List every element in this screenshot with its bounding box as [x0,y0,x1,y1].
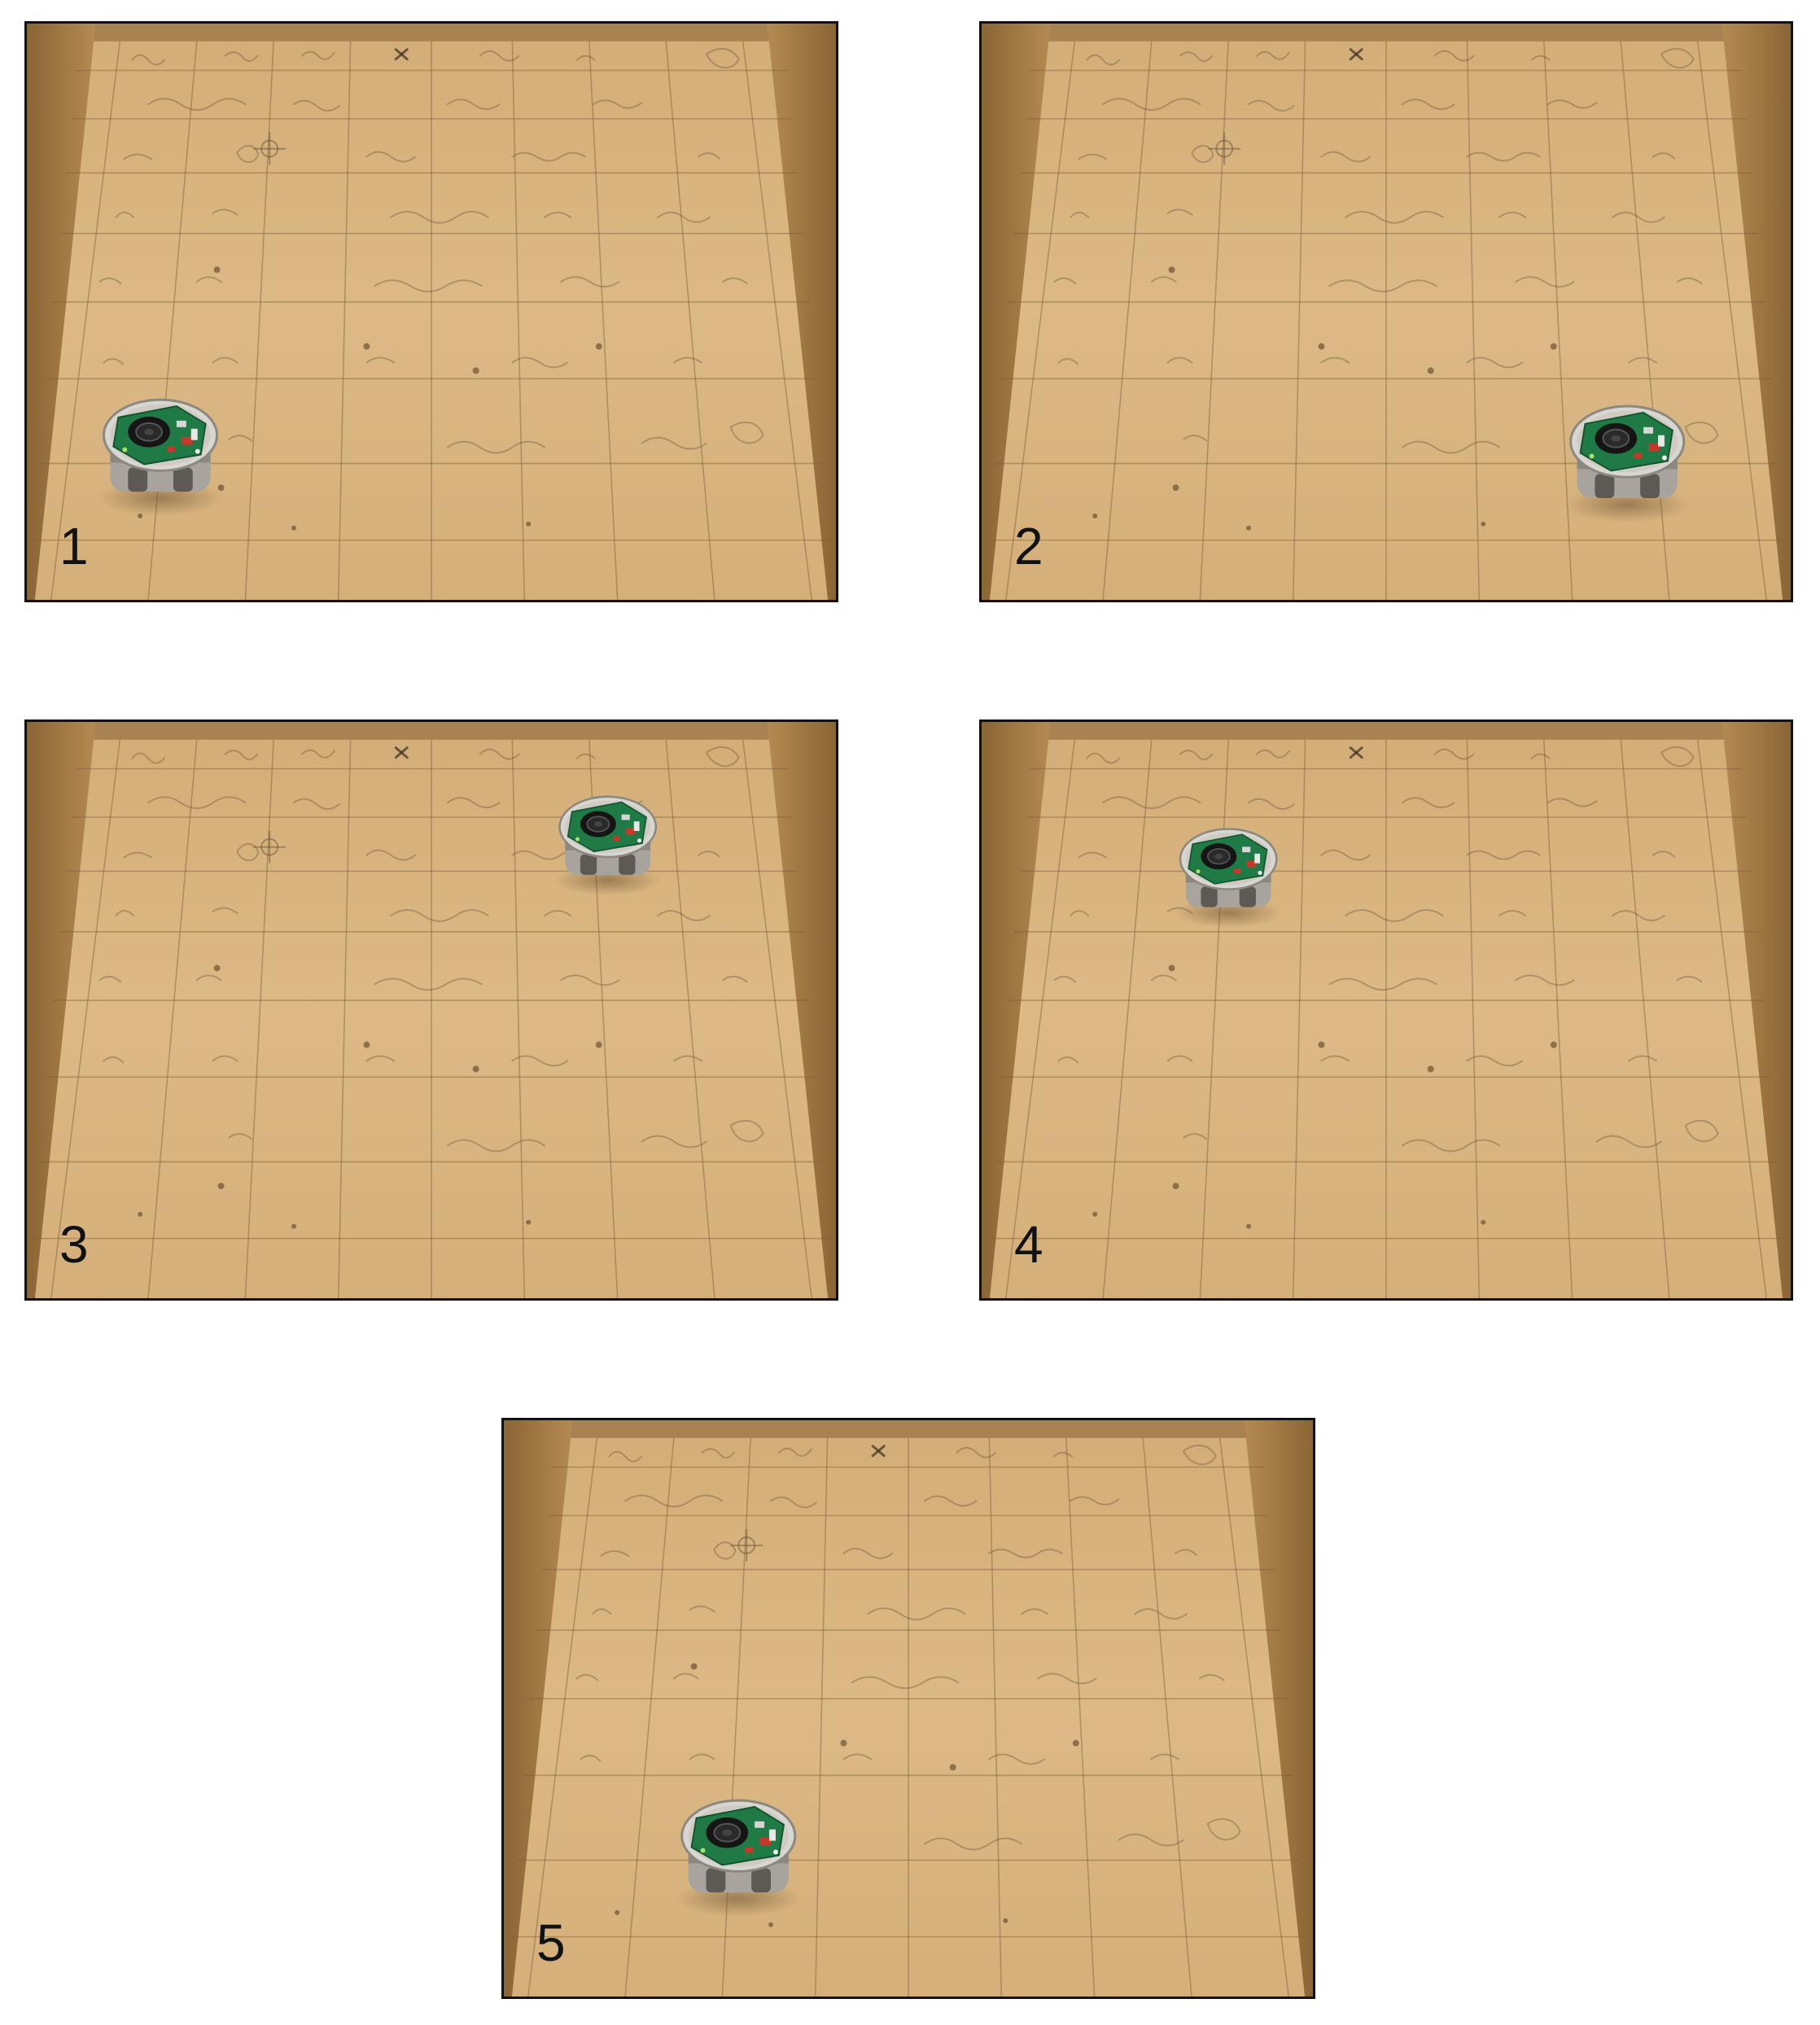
panel-number: 3 [59,1215,89,1274]
robot [95,398,225,518]
arena-photo [504,1420,1313,1997]
arena-photo [982,24,1791,600]
arena-photo [27,24,836,600]
panel-number: 2 [1014,517,1043,575]
panel-number: 5 [536,1913,566,1972]
panel-number: 1 [59,517,89,575]
robot [1174,828,1284,929]
photo-panel-1: 1 [24,21,838,602]
robot [1563,405,1692,524]
robot [674,1799,803,1918]
photo-panel-3: 3 [24,719,838,1301]
panel-number: 4 [1014,1215,1043,1274]
arena-photo [27,722,836,1298]
photo-panel-5: 5 [501,1418,1315,1999]
photo-panel-2: 2 [979,21,1793,602]
robot [553,795,663,897]
arena-photo [982,722,1791,1298]
photo-panel-4: 4 [979,719,1793,1301]
